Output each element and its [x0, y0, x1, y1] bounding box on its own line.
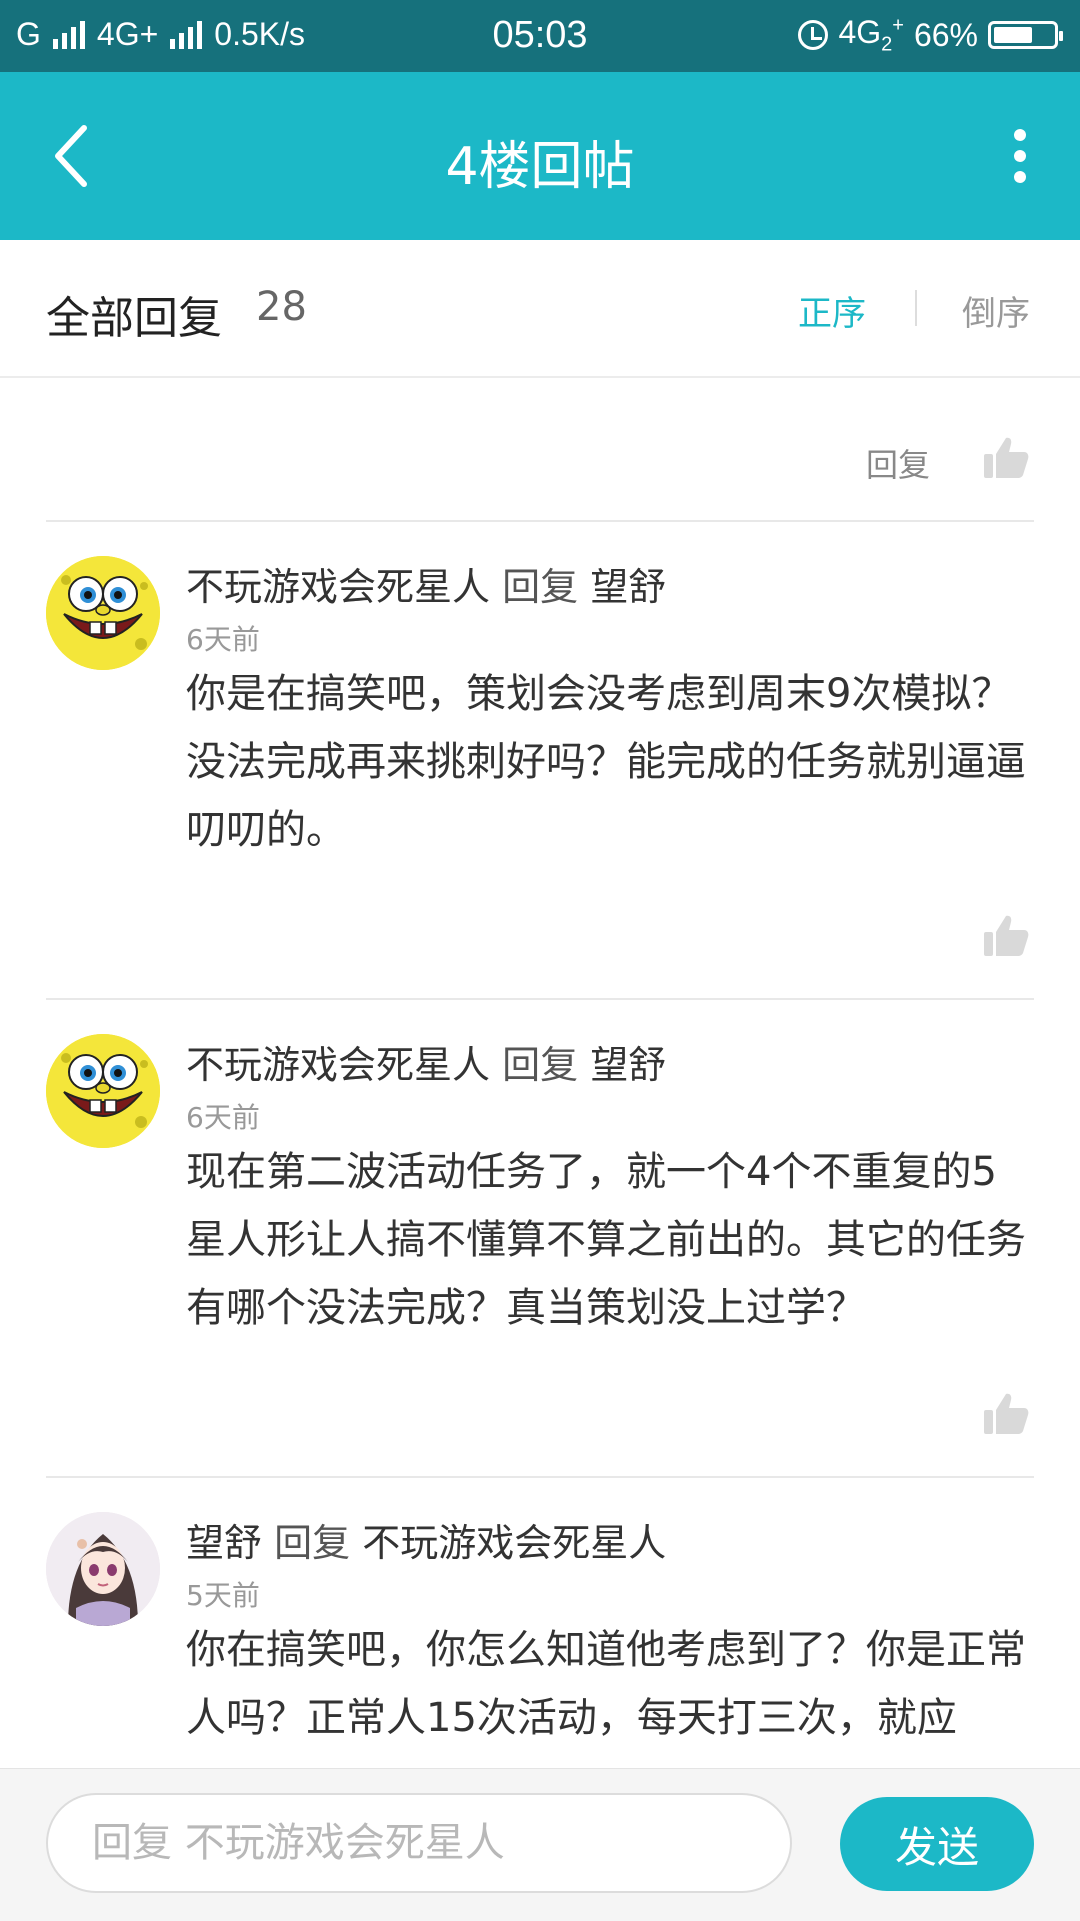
reply-input[interactable]	[46, 1793, 792, 1893]
sort-descending-tab[interactable]: 倒序	[962, 286, 1030, 335]
reply-time: 6天前	[186, 623, 260, 656]
reply-body: 你在搞笑吧，你怎么知道他考虑到了？你是正常人吗？正常人15次活动，每天打三次，就…	[186, 1627, 1026, 1741]
reply-time: 6天前	[186, 1101, 260, 1134]
sort-ascending-tab[interactable]: 正序	[798, 286, 866, 335]
avatar[interactable]	[46, 1512, 160, 1626]
reply-body: 现在第二波活动任务了，就一个4个不重复的5星人形让人搞不懂算不算之前出的。其它的…	[186, 1149, 1026, 1331]
reply-author[interactable]: 不玩游戏会死星人	[186, 565, 490, 609]
thumbs-up-icon[interactable]	[982, 912, 1030, 960]
status-right: 4G2+ 66%	[798, 14, 1063, 56]
send-button[interactable]: 发送	[840, 1797, 1034, 1891]
divider	[46, 1476, 1034, 1478]
divider	[46, 998, 1034, 1000]
navbar: 4楼回帖	[0, 72, 1080, 240]
status-bar: G 4G+ 0.5K/s 05:03 4G2+ 66%	[0, 0, 1080, 72]
reply-header: 不玩游戏会死星人 回复 望舒	[186, 1034, 666, 1089]
spongebob-avatar-icon	[46, 1034, 160, 1148]
replies-count: 28	[256, 284, 307, 330]
reply-body: 你是在搞笑吧，策划会没考虑到周末9次模拟？没法完成再来挑刺好吗？能完成的任务就别…	[186, 671, 1026, 853]
more-vertical-icon	[1014, 129, 1026, 141]
reply-target[interactable]: 望舒	[590, 565, 666, 609]
sort-divider	[915, 290, 917, 326]
reply-word: 回复	[502, 1043, 579, 1087]
page-title: 4楼回帖	[445, 137, 635, 197]
reply-header: 不玩游戏会死星人 回复 望舒	[186, 556, 666, 611]
network-type: 4G2+	[838, 14, 904, 56]
avatar[interactable]	[46, 556, 160, 670]
battery-percent: 66%	[913, 16, 978, 53]
spongebob-avatar-icon	[46, 556, 160, 670]
reply-author[interactable]: 不玩游戏会死星人	[186, 1043, 490, 1087]
replies-header: 全部回复 28 正序 倒序	[0, 240, 1080, 378]
reply-time: 5天前	[186, 1579, 260, 1612]
reply-link[interactable]: 回复	[866, 440, 930, 486]
avatar[interactable]	[46, 1034, 160, 1148]
reply-author[interactable]: 望舒	[186, 1521, 262, 1565]
replies-title: 全部回复	[46, 293, 222, 344]
battery-icon	[988, 21, 1063, 50]
more-button[interactable]	[990, 116, 1050, 196]
replies-list[interactable]: 回复 不玩游戏会死星人 回复 望舒 6天前 你是在搞笑吧，策划会没考虑到周末9次…	[0, 378, 1080, 1768]
alarm-icon	[798, 20, 829, 51]
reply-target[interactable]: 望舒	[590, 1043, 666, 1087]
reply-header: 望舒 回复 不玩游戏会死星人	[186, 1512, 666, 1567]
reply-word: 回复	[274, 1521, 351, 1565]
divider	[46, 520, 1034, 522]
reply-target[interactable]: 不玩游戏会死星人	[362, 1521, 666, 1565]
thumbs-up-icon[interactable]	[982, 434, 1030, 482]
reply-input-bar: 发送	[0, 1768, 1080, 1921]
reply-word: 回复	[502, 565, 579, 609]
thumbs-up-icon[interactable]	[982, 1390, 1030, 1438]
anime-girl-avatar-icon	[46, 1512, 160, 1626]
